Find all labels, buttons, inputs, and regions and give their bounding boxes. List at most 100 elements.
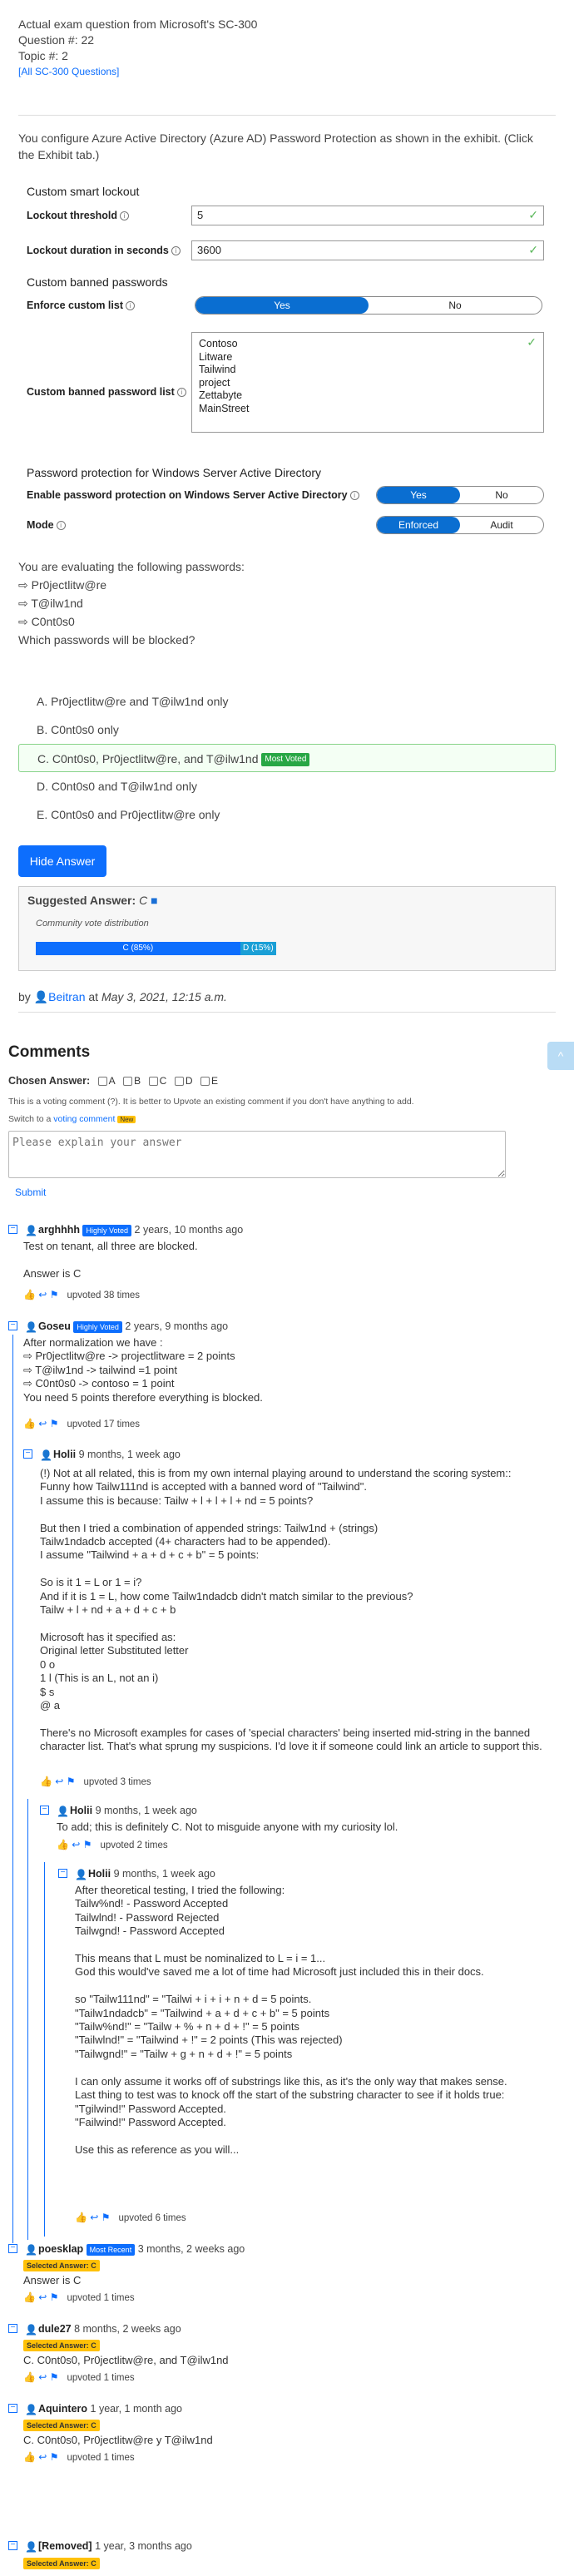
flag-icon[interactable]: ⚑ bbox=[50, 1418, 59, 1429]
collapse-toggle[interactable]: − bbox=[8, 2324, 17, 2333]
upvote-icon[interactable]: 👍 bbox=[23, 1289, 36, 1300]
check-icon: ✓ bbox=[528, 243, 538, 256]
user-icon: 👤 bbox=[25, 1225, 37, 1236]
comment-actions: 👍 ↩ ⚑ upvoted 3 times bbox=[40, 1776, 151, 1787]
comment-time: 1 year, 3 months ago bbox=[95, 2540, 192, 2552]
selected-answer-badge: Selected Answer: C bbox=[23, 2340, 100, 2351]
reply-icon[interactable]: ↩ bbox=[38, 2291, 47, 2303]
choice-e[interactable]: E bbox=[200, 1075, 218, 1087]
comment-user[interactable]: Goseu bbox=[38, 1320, 71, 1332]
reply-icon[interactable]: ↩ bbox=[72, 1839, 80, 1850]
comment-time: 2 years, 10 months ago bbox=[134, 1224, 244, 1236]
toggle-no[interactable]: No bbox=[460, 487, 543, 503]
comment-user[interactable]: dule27 bbox=[38, 2323, 72, 2335]
option-c[interactable]: C. C0nt0s0, Pr0jectlitw@re, and T@ilw1nd… bbox=[18, 744, 556, 772]
lockout-threshold-field[interactable]: 5 ✓ bbox=[191, 206, 544, 225]
upvote-icon[interactable]: 👍 bbox=[23, 1418, 36, 1429]
option-a[interactable]: A. Pr0jectlitw@re and T@ilw1nd only bbox=[18, 687, 556, 716]
upvote-icon[interactable]: 👍 bbox=[23, 2451, 36, 2463]
mode-enforced[interactable]: Enforced bbox=[377, 517, 460, 533]
collapse-toggle[interactable]: − bbox=[40, 1806, 49, 1815]
hide-answer-button[interactable]: Hide Answer bbox=[18, 845, 106, 877]
flag-icon[interactable]: ⚑ bbox=[50, 2371, 59, 2383]
choice-b[interactable]: B bbox=[123, 1075, 141, 1087]
user-icon: 👤 bbox=[25, 1321, 37, 1333]
byline: by 👤Beitran at May 3, 2021, 12:15 a.m. bbox=[18, 990, 227, 1003]
reply-icon[interactable]: ↩ bbox=[38, 2451, 47, 2463]
upvote-icon[interactable]: 👍 bbox=[40, 1776, 52, 1787]
suggested-label: Suggested Answer: bbox=[27, 894, 136, 907]
comment-text: Answer is C bbox=[23, 2274, 82, 2286]
enforce-custom-list-toggle[interactable]: Yes No bbox=[195, 296, 542, 315]
flag-icon[interactable]: ⚑ bbox=[50, 1289, 59, 1300]
comment-actions: 👍 ↩ ⚑ upvoted 1 times bbox=[23, 2371, 135, 2383]
comment-user[interactable]: [Removed] bbox=[38, 2540, 92, 2552]
upvote-count: upvoted 3 times bbox=[83, 1777, 151, 1787]
reply-icon[interactable]: ↩ bbox=[90, 2212, 98, 2223]
submit-button[interactable]: Submit bbox=[15, 1186, 46, 1198]
collapse-toggle[interactable]: − bbox=[58, 1869, 67, 1878]
choice-a[interactable]: A bbox=[97, 1075, 116, 1087]
info-icon: i bbox=[126, 301, 135, 311]
divider bbox=[18, 1012, 556, 1013]
scroll-top-button[interactable]: ^ bbox=[547, 1042, 574, 1070]
all-questions-link[interactable]: [All SC-300 Questions] bbox=[18, 64, 257, 80]
comment-user[interactable]: Holii bbox=[53, 1449, 76, 1460]
upvote-icon[interactable]: 👍 bbox=[23, 2291, 36, 2303]
upvote-icon[interactable]: 👍 bbox=[75, 2212, 87, 2223]
collapse-toggle[interactable]: − bbox=[8, 2244, 17, 2253]
question-prompt: You are evaluating the following passwor… bbox=[18, 557, 551, 649]
collapse-toggle[interactable]: − bbox=[8, 1225, 17, 1234]
comments-title: Comments bbox=[8, 1043, 91, 1061]
question-number: Question #: 22 bbox=[18, 33, 95, 47]
comment-user[interactable]: arghhhh bbox=[38, 1224, 80, 1236]
author-link[interactable]: 👤Beitran bbox=[34, 990, 86, 1003]
toggle-yes[interactable]: Yes bbox=[195, 297, 369, 314]
comment-text: Test on tenant, all three are blocked. A… bbox=[23, 1240, 198, 1280]
collapse-toggle[interactable]: − bbox=[8, 2404, 17, 2413]
section-banned-passwords: Custom banned passwords bbox=[27, 275, 168, 289]
reply-icon[interactable]: ↩ bbox=[55, 1776, 63, 1787]
upvote-icon[interactable]: 👍 bbox=[57, 1839, 69, 1850]
flag-icon[interactable]: ⚑ bbox=[50, 2451, 59, 2463]
option-d[interactable]: D. C0nt0s0 and T@ilw1nd only bbox=[18, 772, 556, 800]
option-b[interactable]: B. C0nt0s0 only bbox=[18, 716, 556, 744]
comment-user[interactable]: Holii bbox=[70, 1805, 92, 1816]
flag-icon[interactable]: ⚑ bbox=[101, 2212, 111, 2223]
comment-user[interactable]: Holii bbox=[88, 1868, 111, 1880]
flag-icon[interactable]: ⚑ bbox=[67, 1776, 76, 1787]
reply-icon[interactable]: ↩ bbox=[38, 1418, 47, 1429]
mode-audit[interactable]: Audit bbox=[460, 517, 543, 533]
upvote-count: upvoted 38 times bbox=[67, 1290, 141, 1300]
mode-toggle[interactable]: Enforced Audit bbox=[376, 516, 544, 534]
lockout-duration-field[interactable]: 3600 ✓ bbox=[191, 240, 544, 260]
comment-actions: 👍 ↩ ⚑ upvoted 6 times bbox=[75, 2212, 186, 2223]
banned-password-list[interactable]: ✓ Contoso Litware Tailwind project Zetta… bbox=[191, 332, 544, 433]
toggle-no[interactable]: No bbox=[369, 297, 542, 314]
choice-d[interactable]: D bbox=[174, 1075, 192, 1087]
comment-textarea[interactable] bbox=[8, 1131, 506, 1178]
reply-icon[interactable]: ↩ bbox=[38, 1289, 47, 1300]
upvote-icon[interactable]: 👍 bbox=[23, 2371, 36, 2383]
highly-voted-badge: Highly Voted bbox=[73, 1320, 122, 1333]
toggle-yes[interactable]: Yes bbox=[377, 487, 460, 503]
voting-comment-link[interactable]: voting comment bbox=[53, 1114, 115, 1124]
reply-icon[interactable]: ↩ bbox=[38, 2371, 47, 2383]
comment-user[interactable]: Aquintero bbox=[38, 2403, 87, 2415]
flag-icon[interactable]: ⚑ bbox=[83, 1839, 92, 1850]
option-e[interactable]: E. C0nt0s0 and Pr0jectlitw@re only bbox=[18, 800, 556, 829]
prompt-intro: You are evaluating the following passwor… bbox=[18, 560, 245, 573]
flag-icon[interactable]: ⚑ bbox=[50, 2291, 59, 2303]
comment-user[interactable]: poesklap bbox=[38, 2243, 83, 2255]
user-icon: 👤 bbox=[25, 2244, 37, 2256]
collapse-toggle[interactable]: − bbox=[8, 1321, 17, 1330]
password-3: ⇨ C0nt0s0 bbox=[18, 615, 75, 628]
selected-answer-badge: Selected Answer: C bbox=[23, 2260, 100, 2271]
collapse-toggle[interactable]: − bbox=[23, 1449, 32, 1459]
choice-c[interactable]: C bbox=[148, 1075, 166, 1087]
password-2: ⇨ T@ilw1nd bbox=[18, 597, 83, 610]
comment-text: (!) Not at all related, this is from my … bbox=[40, 1467, 542, 1753]
collapse-toggle[interactable]: − bbox=[8, 2541, 17, 2550]
comment-time: 9 months, 1 week ago bbox=[95, 1805, 197, 1816]
enable-protection-toggle[interactable]: Yes No bbox=[376, 486, 544, 504]
